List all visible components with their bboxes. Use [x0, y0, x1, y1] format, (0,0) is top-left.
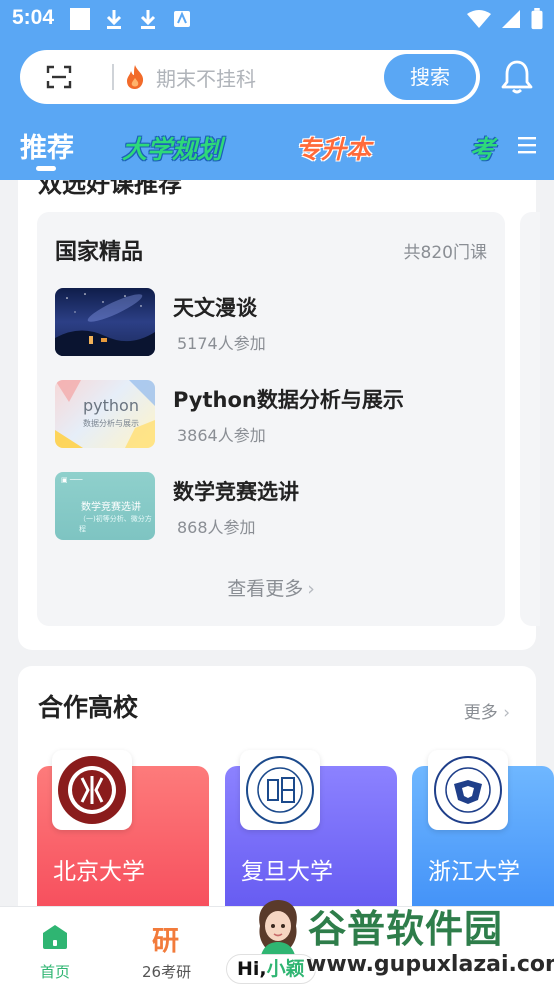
flame-icon	[127, 65, 144, 89]
course-thumbnail: python 数据分析与展示	[55, 380, 155, 448]
fudan-logo	[240, 750, 320, 830]
course-count[interactable]: 共820门课	[404, 238, 487, 263]
home-tab-label[interactable]: 首页	[40, 961, 70, 982]
course-title: 数学竞赛选讲	[173, 480, 299, 504]
course-item-python[interactable]: python 数据分析与展示 Python数据分析与展示 3864人参加	[55, 380, 495, 450]
category-tabs: 推荐 大学规划 专升本 考	[0, 118, 554, 178]
watermark-brand: 谷普软件园	[308, 907, 504, 951]
course-title: Python数据分析与展示	[173, 388, 404, 412]
tab-exam[interactable]: 考	[470, 130, 500, 166]
menu-icon[interactable]	[518, 136, 536, 154]
university-name: 浙江大学	[428, 859, 520, 885]
chevron-right-icon: ›	[307, 578, 315, 600]
app-notification-icon	[172, 8, 192, 30]
exam-tab-label[interactable]: 26考研	[142, 961, 191, 982]
zju-logo	[428, 750, 508, 830]
thumbnail-university-seal: ▣ ───	[61, 476, 83, 484]
see-more-link[interactable]: 查看更多 ›	[37, 574, 505, 601]
home-icon[interactable]	[40, 923, 70, 951]
thumbnail-text: 数学竞赛选讲	[81, 502, 141, 513]
thumbnail-text: python	[83, 396, 139, 415]
search-bar[interactable]: 期末不挂科 搜索	[20, 50, 480, 104]
course-participants: 868人参加	[177, 518, 256, 537]
tab-recommended[interactable]: 推荐	[20, 126, 74, 165]
search-input[interactable]: 期末不挂科	[156, 63, 256, 92]
download-icon	[138, 8, 158, 30]
course-item-math-competition[interactable]: ▣ ─── 数学竞赛选讲 （一)初等分析、微分方程 数学竞赛选讲 868人参加	[55, 472, 495, 542]
watermark: 谷普软件园 www.gupuxlazai.com	[300, 896, 554, 984]
search-divider	[112, 64, 114, 90]
battery-icon	[531, 8, 543, 30]
exam-icon[interactable]: 研	[152, 919, 179, 958]
more-label: 更多	[463, 703, 498, 723]
course-item-astronomy[interactable]: 天文漫谈 5174人参加	[55, 288, 495, 358]
download-icon	[104, 8, 124, 30]
pku-logo	[52, 750, 132, 830]
top-header: 5:04 期末不挂科 搜索 推荐 大学规划 专升本 考	[0, 0, 554, 180]
signal-icon	[502, 10, 520, 28]
chevron-right-icon: ›	[503, 703, 510, 723]
course-thumbnail: ▣ ─── 数学竞赛选讲 （一)初等分析、微分方程	[55, 472, 155, 540]
next-panel-peek[interactable]	[520, 212, 540, 626]
search-button[interactable]: 搜索	[384, 54, 476, 100]
tab-upgrade-degree[interactable]: 专升本	[296, 130, 371, 166]
course-participants: 3864人参加	[177, 426, 266, 445]
partner-universities-title: 合作高校	[38, 693, 139, 722]
watermark-url: www.gupuxlazai.com	[306, 952, 554, 977]
course-title: 天文漫谈	[173, 296, 257, 320]
thumbnail-subtext: 数据分析与展示	[83, 419, 139, 428]
see-more-label: 查看更多	[227, 578, 304, 600]
tab-university-planning[interactable]: 大学规划	[122, 130, 222, 166]
course-thumbnail	[55, 288, 155, 356]
active-tab-indicator	[36, 166, 56, 171]
bell-icon[interactable]	[500, 58, 534, 96]
status-time: 5:04	[12, 6, 55, 29]
course-participants: 5174人参加	[177, 334, 266, 353]
thumbnail-subtext: （一)初等分析、微分方程	[79, 515, 152, 533]
assistant-hi: Hi,	[237, 958, 267, 980]
wifi-icon	[467, 10, 491, 28]
university-name: 复旦大学	[241, 859, 333, 885]
assistant-name: 小颖	[266, 958, 305, 980]
national-quality-panel: 国家精品 共820门课 天文漫谈 5174人参加 python 数据分析与展示 …	[37, 212, 505, 626]
national-quality-title: 国家精品	[55, 240, 144, 265]
more-universities-link[interactable]: 更多 ›	[464, 698, 510, 723]
notification-square-icon	[70, 8, 90, 30]
university-name: 北京大学	[53, 859, 145, 885]
scan-icon[interactable]	[46, 64, 72, 90]
status-bar: 5:04	[0, 0, 554, 38]
